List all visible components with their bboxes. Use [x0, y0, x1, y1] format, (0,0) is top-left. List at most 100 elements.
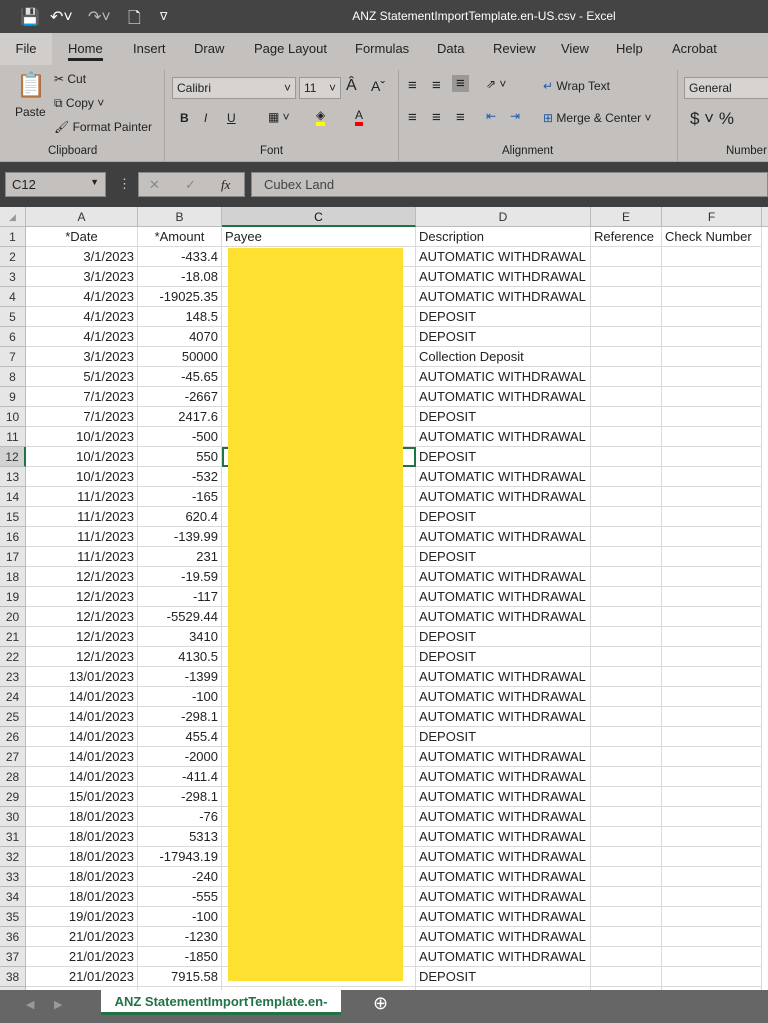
- cell-e25[interactable]: [591, 707, 662, 727]
- cell-a17[interactable]: 11/1/2023: [26, 547, 138, 567]
- row-header[interactable]: 31: [0, 827, 26, 847]
- cell-a28[interactable]: 14/01/2023: [26, 767, 138, 787]
- cell-a24[interactable]: 14/01/2023: [26, 687, 138, 707]
- cell-d20[interactable]: AUTOMATIC WITHDRAWAL: [416, 607, 591, 627]
- cell-a19[interactable]: 12/1/2023: [26, 587, 138, 607]
- cell-e4[interactable]: [591, 287, 662, 307]
- cell-d27[interactable]: AUTOMATIC WITHDRAWAL: [416, 747, 591, 767]
- cell-f32[interactable]: [662, 847, 762, 867]
- cell-f37[interactable]: [662, 947, 762, 967]
- row-header[interactable]: 14: [0, 487, 26, 507]
- cell-d28[interactable]: AUTOMATIC WITHDRAWAL: [416, 767, 591, 787]
- cell-e24[interactable]: [591, 687, 662, 707]
- cell-d21[interactable]: DEPOSIT: [416, 627, 591, 647]
- cell-b16[interactable]: -139.99: [138, 527, 222, 547]
- cell-b4[interactable]: -19025.35: [138, 287, 222, 307]
- row-header[interactable]: 5: [0, 307, 26, 327]
- tab-formulas[interactable]: Formulas: [355, 41, 409, 56]
- cell-e30[interactable]: [591, 807, 662, 827]
- bold-button[interactable]: B: [180, 111, 189, 125]
- cell-a13[interactable]: 10/1/2023: [26, 467, 138, 487]
- cell-d23[interactable]: AUTOMATIC WITHDRAWAL: [416, 667, 591, 687]
- cell-a8[interactable]: 5/1/2023: [26, 367, 138, 387]
- cell-a21[interactable]: 12/1/2023: [26, 627, 138, 647]
- tab-home[interactable]: Home: [68, 41, 103, 61]
- cell-b10[interactable]: 2417.6: [138, 407, 222, 427]
- cell-f12[interactable]: [662, 447, 762, 467]
- cell-f8[interactable]: [662, 367, 762, 387]
- cell-d3[interactable]: AUTOMATIC WITHDRAWAL: [416, 267, 591, 287]
- cell-f35[interactable]: [662, 907, 762, 927]
- cell-f10[interactable]: [662, 407, 762, 427]
- cell-d15[interactable]: DEPOSIT: [416, 507, 591, 527]
- scroll-right-icon[interactable]: ▶: [54, 998, 62, 1011]
- row-header[interactable]: 15: [0, 507, 26, 527]
- font-color-icon[interactable]: A: [355, 108, 364, 126]
- cell-f9[interactable]: [662, 387, 762, 407]
- header-cell-f[interactable]: Check Number: [662, 227, 762, 247]
- cell-d37[interactable]: AUTOMATIC WITHDRAWAL: [416, 947, 591, 967]
- name-box[interactable]: C12 ▼: [5, 172, 106, 197]
- underline-button[interactable]: U: [227, 111, 236, 125]
- paste-icon[interactable]: 📋: [16, 71, 46, 100]
- cell-a5[interactable]: 4/1/2023: [26, 307, 138, 327]
- cell-f25[interactable]: [662, 707, 762, 727]
- cell-f36[interactable]: [662, 927, 762, 947]
- cell-f7[interactable]: [662, 347, 762, 367]
- cell-d14[interactable]: AUTOMATIC WITHDRAWAL: [416, 487, 591, 507]
- cell-a20[interactable]: 12/1/2023: [26, 607, 138, 627]
- align-center-icon[interactable]: ≡: [432, 109, 441, 126]
- row-header[interactable]: 24: [0, 687, 26, 707]
- row-header[interactable]: 1: [0, 227, 26, 247]
- cell-d25[interactable]: AUTOMATIC WITHDRAWAL: [416, 707, 591, 727]
- cell-d12[interactable]: DEPOSIT: [416, 447, 591, 467]
- cell-e3[interactable]: [591, 267, 662, 287]
- cell-f3[interactable]: [662, 267, 762, 287]
- header-cell-b[interactable]: *Amount: [138, 227, 222, 247]
- cell-a2[interactable]: 3/1/2023: [26, 247, 138, 267]
- cell-b2[interactable]: -433.4: [138, 247, 222, 267]
- cell-a26[interactable]: 14/01/2023: [26, 727, 138, 747]
- fill-color-icon[interactable]: ◈: [316, 108, 326, 126]
- cell-e6[interactable]: [591, 327, 662, 347]
- cell-f5[interactable]: [662, 307, 762, 327]
- cell-d38[interactable]: DEPOSIT: [416, 967, 591, 987]
- borders-icon[interactable]: ▦ ˅: [268, 110, 290, 124]
- add-sheet-icon[interactable]: ⊕: [373, 993, 388, 1014]
- cell-e34[interactable]: [591, 887, 662, 907]
- cell-b13[interactable]: -532: [138, 467, 222, 487]
- format-painter-button[interactable]: 🖌 Format Painter: [54, 120, 152, 134]
- cell-e15[interactable]: [591, 507, 662, 527]
- cell-e31[interactable]: [591, 827, 662, 847]
- cell-f2[interactable]: [662, 247, 762, 267]
- cell-a25[interactable]: 14/01/2023: [26, 707, 138, 727]
- tab-file[interactable]: File: [0, 33, 52, 65]
- row-header[interactable]: 27: [0, 747, 26, 767]
- cell-f13[interactable]: [662, 467, 762, 487]
- cell-f24[interactable]: [662, 687, 762, 707]
- row-header[interactable]: 21: [0, 627, 26, 647]
- cell-b7[interactable]: 50000: [138, 347, 222, 367]
- cell-f27[interactable]: [662, 747, 762, 767]
- merge-center-button[interactable]: ⊞ Merge & Center ˅: [543, 111, 651, 125]
- row-header[interactable]: 3: [0, 267, 26, 287]
- row-header[interactable]: 23: [0, 667, 26, 687]
- cell-a4[interactable]: 4/1/2023: [26, 287, 138, 307]
- cell-b6[interactable]: 4070: [138, 327, 222, 347]
- row-header[interactable]: 10: [0, 407, 26, 427]
- cell-d33[interactable]: AUTOMATIC WITHDRAWAL: [416, 867, 591, 887]
- tab-draw[interactable]: Draw: [194, 41, 224, 56]
- cell-a33[interactable]: 18/01/2023: [26, 867, 138, 887]
- row-header[interactable]: 28: [0, 767, 26, 787]
- row-header[interactable]: 32: [0, 847, 26, 867]
- cell-a12[interactable]: 10/1/2023: [26, 447, 138, 467]
- cell-d35[interactable]: AUTOMATIC WITHDRAWAL: [416, 907, 591, 927]
- column-header-f[interactable]: F: [662, 207, 762, 227]
- row-header[interactable]: 35: [0, 907, 26, 927]
- cell-f19[interactable]: [662, 587, 762, 607]
- cell-e21[interactable]: [591, 627, 662, 647]
- cell-b22[interactable]: 4130.5: [138, 647, 222, 667]
- cell-b33[interactable]: -240: [138, 867, 222, 887]
- cell-f14[interactable]: [662, 487, 762, 507]
- align-bottom-icon[interactable]: ≡: [452, 75, 469, 92]
